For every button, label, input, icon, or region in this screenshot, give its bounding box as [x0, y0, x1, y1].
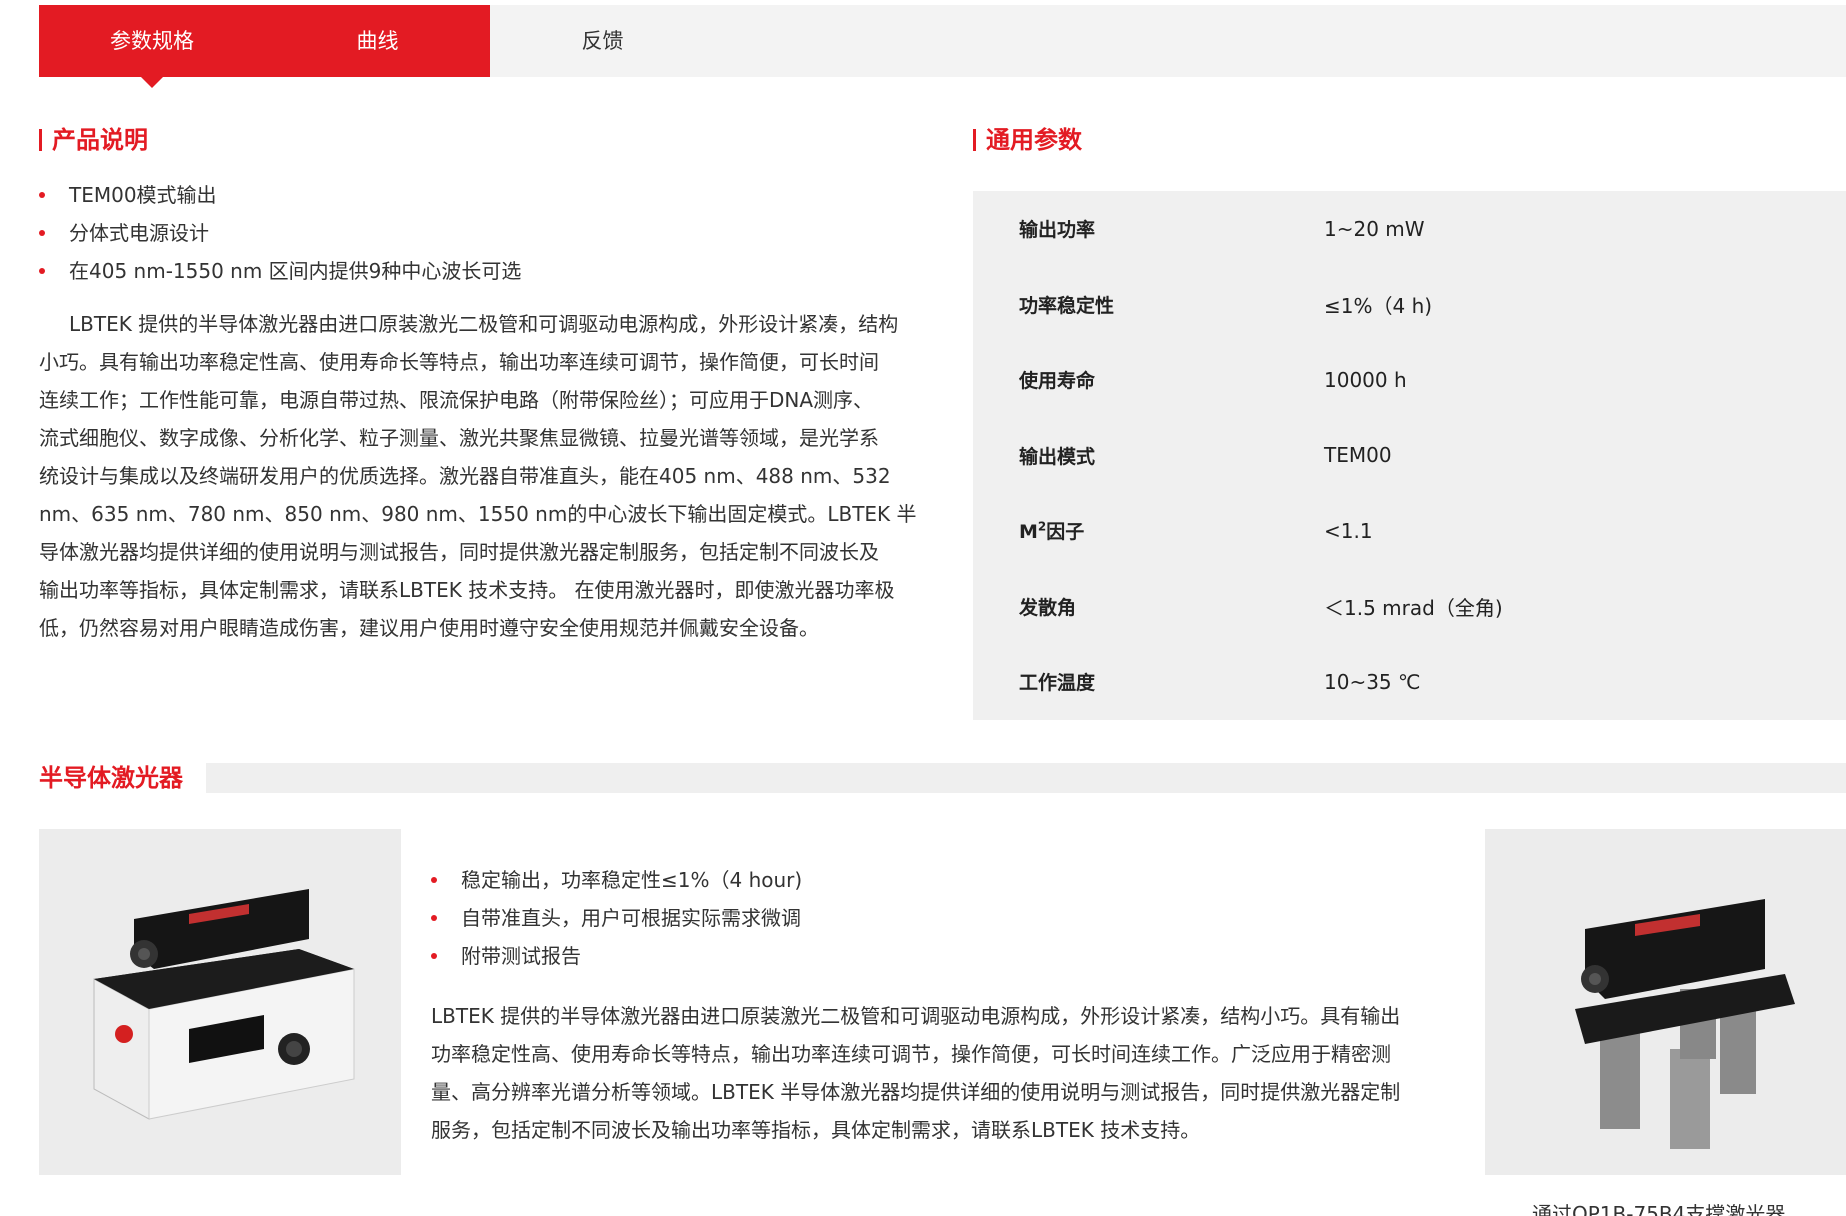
table-row: M2因子 <1.1	[973, 493, 1846, 569]
laser-feature-list: 稳定输出，功率稳定性≤1%（4 hour) 自带准直头，用户可根据实际需求微调 …	[431, 861, 802, 975]
spec-key-text: M	[1019, 521, 1038, 544]
paragraph-line: 统设计与集成以及终端研发用户的优质选择。激光器自带准直头，能在405 nm、48…	[39, 464, 891, 488]
spec-key: 工作温度	[1019, 672, 1096, 695]
general-params-heading: 通用参数	[973, 125, 1082, 155]
product-feature-list: TEM00模式输出 分体式电源设计 在405 nm-1550 nm 区间内提供9…	[39, 176, 521, 290]
laser-support-illustration	[1575, 899, 1795, 1149]
paragraph-line: 导体激光器均提供详细的使用说明与测试报告，同时提供激光器定制服务，包括定制不同波…	[39, 540, 879, 564]
spec-value: 10000 h	[1324, 367, 1407, 392]
spec-value: ≤1%（4 h)	[1324, 293, 1433, 318]
general-params-heading-text: 通用参数	[986, 126, 1082, 154]
section-divider	[206, 763, 1846, 793]
table-row: 输出功率 1~20 mW	[973, 191, 1846, 267]
paragraph-line: 小巧。具有输出功率稳定性高、使用寿命长等特点，输出功率连续可调节，操作简便，可长…	[39, 350, 879, 374]
bullet-dot-icon	[431, 915, 437, 921]
paragraph-line: 功率稳定性高、使用寿命长等特点，输出功率连续可调节，操作简便，可长时间连续工作。…	[431, 1042, 1391, 1066]
bullet-dot-icon	[39, 268, 45, 274]
paragraph-line: nm、635 nm、780 nm、850 nm、980 nm、1550 nm的中…	[39, 502, 917, 526]
laser-section-title: 半导体激光器	[39, 764, 183, 792]
tab-bar: 参数规格 曲线 反馈	[39, 5, 1846, 88]
list-item: 稳定输出，功率稳定性≤1%（4 hour)	[431, 861, 802, 899]
table-row: 工作温度 10~35 ℃	[973, 644, 1846, 720]
product-desc-heading-text: 产品说明	[52, 126, 148, 154]
list-item-text: 附带测试报告	[461, 944, 581, 968]
laser-with-controller-image	[39, 829, 401, 1175]
spec-value: 1~20 mW	[1324, 216, 1425, 241]
bullet-dot-icon	[431, 953, 437, 959]
bullet-dot-icon	[39, 192, 45, 198]
laser-paragraph: LBTEK 提供的半导体激光器由进口原装激光二极管和可调驱动电源构成，外形设计紧…	[431, 997, 1461, 1149]
spec-key: 发散角	[1019, 596, 1077, 619]
heading-bar	[39, 129, 42, 151]
list-item: 分体式电源设计	[39, 214, 521, 252]
laser-controller-illustration	[93, 889, 355, 1120]
list-item-text: 自带准直头，用户可根据实际需求微调	[461, 906, 801, 930]
paragraph-line: LBTEK 提供的半导体激光器由进口原装激光二极管和可调驱动电源构成，外形设计紧…	[431, 1004, 1401, 1028]
spec-value: ＜1.5 mrad（全角)	[1324, 595, 1503, 620]
spec-key: 输出模式	[1019, 445, 1096, 468]
table-row: 输出模式 TEM00	[973, 417, 1846, 493]
list-item-text: 在405 nm-1550 nm 区间内提供9种中心波长可选	[69, 259, 522, 283]
spec-key: 输出功率	[1019, 219, 1096, 242]
paragraph-line: 低，仍然容易对用户眼睛造成伤害，建议用户使用时遵守安全使用规范并佩戴安全设备。	[39, 616, 819, 640]
table-row: 发散角 ＜1.5 mrad（全角)	[973, 568, 1846, 644]
list-item-text: TEM00模式输出	[69, 183, 217, 207]
paragraph-line: 量、高分辨率光谱分析等领域。LBTEK 半导体激光器均提供详细的使用说明与测试报…	[431, 1080, 1401, 1104]
paragraph-line: 输出功率等指标，具体定制需求，请联系LBTEK 技术支持。 在使用激光器时，即使…	[39, 578, 895, 602]
spec-key: M2因子	[973, 517, 1324, 544]
paragraph-line: LBTEK 提供的半导体激光器由进口原装激光二极管和可调驱动电源构成，外形设计紧…	[69, 312, 899, 336]
table-row: 功率稳定性 ≤1%（4 h)	[973, 266, 1846, 342]
spec-key-text: 因子	[1046, 521, 1085, 544]
list-item-text: 分体式电源设计	[69, 221, 209, 245]
bullet-dot-icon	[39, 230, 45, 236]
tab-feedback[interactable]: 反馈	[490, 5, 715, 77]
bullet-dot-icon	[431, 877, 437, 883]
list-item: 在405 nm-1550 nm 区间内提供9种中心波长可选	[39, 252, 521, 290]
spec-value: <1.1	[1324, 518, 1373, 543]
product-desc-paragraph: LBTEK 提供的半导体激光器由进口原装激光二极管和可调驱动电源构成，外形设计紧…	[39, 305, 949, 647]
tab-specs[interactable]: 参数规格	[39, 5, 265, 77]
heading-bar	[973, 129, 976, 151]
laser-on-support-image	[1485, 829, 1846, 1175]
image-caption: 通过OP1B-75B4支撑激光器	[1532, 1202, 1786, 1216]
spec-table: 输出功率 1~20 mW 功率稳定性 ≤1%（4 h) 使用寿命 10000 h…	[973, 191, 1846, 720]
paragraph-line: 流式细胞仪、数字成像、分析化学、粒子测量、激光共聚焦显微镜、拉曼光谱等领域，是光…	[39, 426, 879, 450]
spec-key: 功率稳定性	[1019, 294, 1115, 317]
list-item-text: 稳定输出，功率稳定性≤1%（4 hour)	[461, 868, 803, 892]
list-item: 自带准直头，用户可根据实际需求微调	[431, 899, 802, 937]
product-desc-heading: 产品说明	[39, 125, 148, 155]
table-row: 使用寿命 10000 h	[973, 342, 1846, 418]
active-tab-caret-icon	[141, 77, 163, 88]
paragraph-line: 连续工作；工作性能可靠，电源自带过热、限流保护电路（附带保险丝）；可应用于DNA…	[39, 388, 874, 412]
paragraph-line: 服务，包括定制不同波长及输出功率等指标，具体定制需求，请联系LBTEK 技术支持…	[431, 1118, 1201, 1142]
spec-value: TEM00	[1324, 443, 1392, 468]
spec-value: 10~35 ℃	[1324, 669, 1421, 694]
list-item: 附带测试报告	[431, 937, 802, 975]
list-item: TEM00模式输出	[39, 176, 521, 214]
tab-curves[interactable]: 曲线	[265, 5, 490, 77]
spec-key: 使用寿命	[1019, 370, 1096, 393]
